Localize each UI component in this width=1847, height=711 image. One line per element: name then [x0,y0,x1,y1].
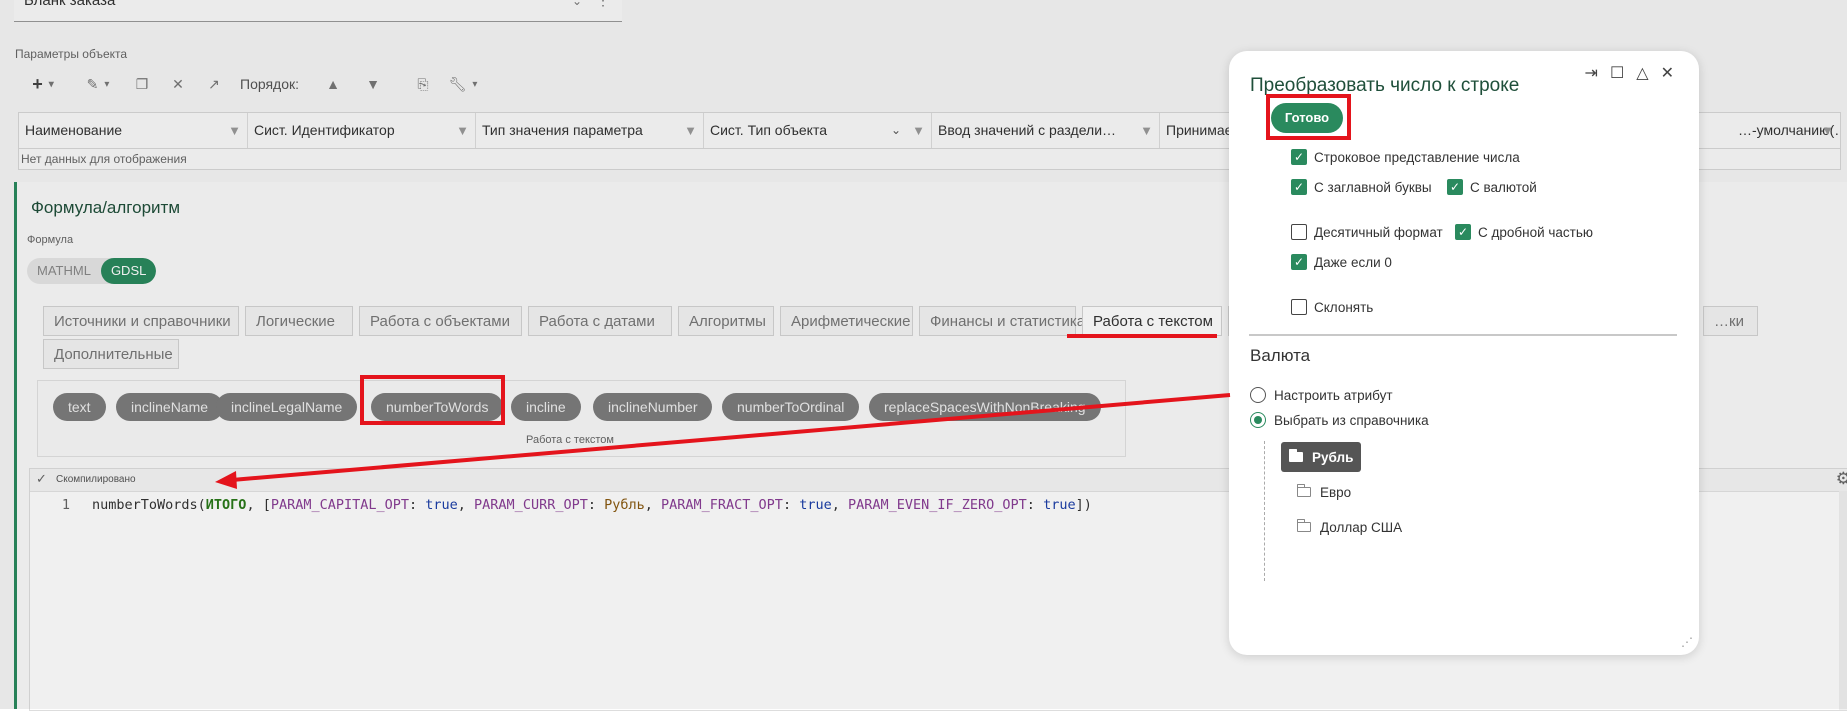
annotation-arrow [215,393,1231,489]
